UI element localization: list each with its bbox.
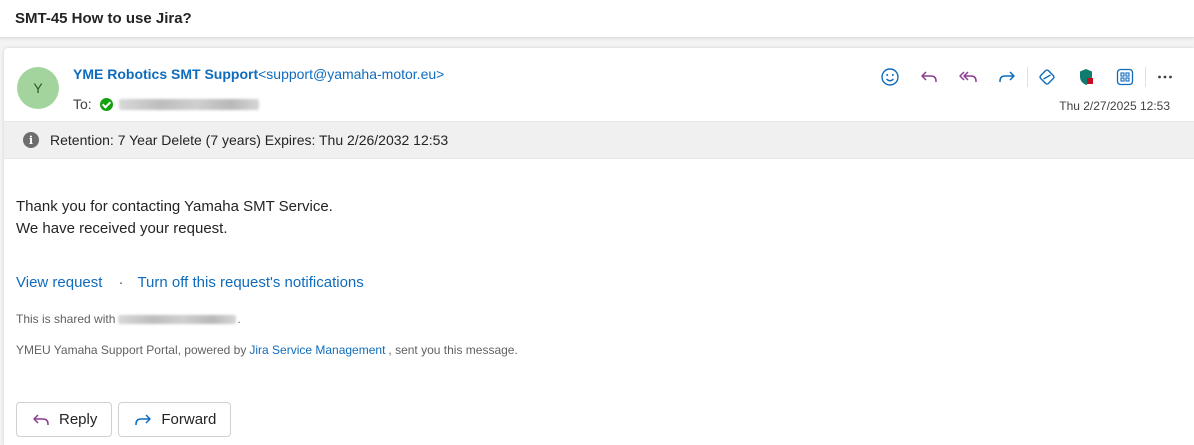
forward-button[interactable]: Forward (118, 402, 232, 437)
emoji-icon (881, 68, 899, 86)
body-line-1: Thank you for contacting Yamaha SMT Serv… (16, 198, 333, 215)
retention-banner: i Retention: 7 Year Delete (7 years) Exp… (4, 121, 1194, 159)
footer-line: YMEU Yamaha Support Portal, powered by J… (16, 343, 518, 357)
sent-date: Thu 2/27/2025 12:53 (1059, 99, 1170, 113)
more-actions-button[interactable] (1150, 64, 1180, 90)
reply-icon (921, 71, 937, 82)
turn-off-notifications-link[interactable]: Turn off this request's notifications (137, 274, 363, 291)
shared-recipient-redacted (118, 314, 237, 324)
apps-icon (1116, 68, 1134, 86)
footer-prefix: YMEU Yamaha Support Portal, powered by (16, 343, 247, 357)
tag-icon (1039, 69, 1055, 85)
reply-button[interactable]: Reply (16, 402, 113, 437)
reply-all-icon (959, 71, 977, 82)
reply-all-toolbar-button[interactable] (953, 64, 983, 90)
react-button[interactable] (875, 64, 905, 90)
sender-email[interactable]: <support@yamaha-motor.eu> (258, 66, 444, 82)
reply-icon (33, 413, 49, 425)
message-card: Y YME Robotics SMT Support<support@yamah… (4, 48, 1194, 445)
view-request-link[interactable]: View request (16, 274, 102, 291)
shield-icon (1080, 69, 1093, 85)
reply-toolbar-button[interactable] (914, 64, 944, 90)
shared-suffix: . (237, 312, 241, 326)
link-separator: · (118, 274, 124, 291)
forward-icon (999, 71, 1015, 82)
subject-bar: SMT-45 How to use Jira? (0, 0, 1194, 38)
apps-button[interactable] (1110, 64, 1140, 90)
forward-label: Forward (161, 411, 217, 428)
message-actions: Reply Forward (16, 402, 237, 437)
shared-with-line: This is shared with . (16, 312, 241, 326)
retention-text: Retention: 7 Year Delete (7 years) Expir… (50, 132, 449, 148)
protection-button[interactable] (1071, 64, 1101, 90)
body-line-2: We have received your request. (16, 220, 228, 237)
sender-line[interactable]: YME Robotics SMT Support<support@yamaha-… (73, 66, 444, 82)
more-icon (1158, 75, 1172, 79)
presence-available-icon (99, 97, 113, 111)
toolbar-divider (1145, 67, 1146, 87)
reply-label: Reply (59, 411, 98, 428)
sender-avatar[interactable]: Y (17, 67, 59, 109)
shared-prefix: This is shared with (16, 312, 116, 326)
request-links: View request · Turn off this request's n… (16, 274, 364, 291)
categorize-button[interactable] (1032, 64, 1062, 90)
email-subject: SMT-45 How to use Jira? (15, 10, 192, 27)
recipient-name-redacted[interactable] (118, 98, 259, 110)
message-toolbar (875, 64, 1189, 90)
info-icon: i (23, 132, 39, 148)
forward-icon (135, 413, 152, 425)
forward-toolbar-button[interactable] (992, 64, 1022, 90)
sender-name[interactable]: YME Robotics SMT Support (73, 66, 258, 82)
toolbar-divider (1027, 67, 1028, 87)
footer-suffix: , sent you this message. (388, 343, 518, 357)
recipient-row: To: (73, 96, 259, 112)
to-label: To: (73, 96, 92, 112)
jira-service-management-link[interactable]: Jira Service Management (249, 343, 385, 357)
